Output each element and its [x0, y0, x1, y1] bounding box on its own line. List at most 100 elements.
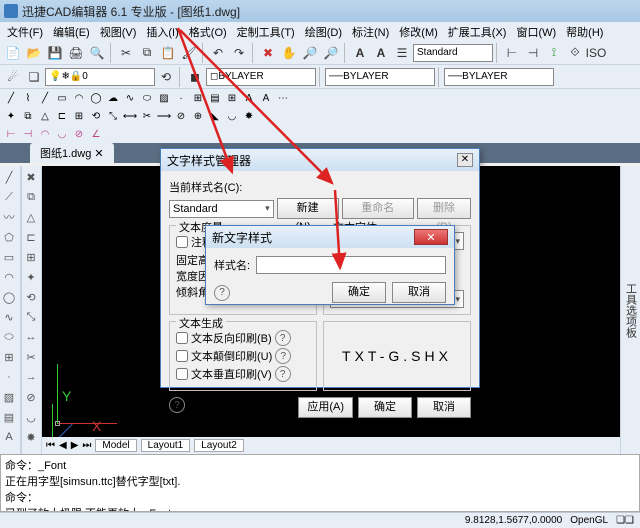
new-style-button[interactable]: 新建(N)...	[277, 198, 339, 219]
dimdia-icon[interactable]: ⊘	[71, 127, 87, 142]
arc-tool-icon[interactable]: ◠	[0, 268, 18, 286]
menu-format[interactable]: 格式(O)	[184, 22, 232, 42]
rect-tool-icon[interactable]: ▭	[0, 248, 18, 266]
text-a2-icon[interactable]: A	[371, 43, 391, 63]
tabnav-next-icon[interactable]: ▶	[71, 440, 79, 451]
menu-dim[interactable]: 标注(N)	[347, 22, 394, 42]
fillet-icon[interactable]: ◡	[224, 109, 240, 124]
xline-icon[interactable]: ╱	[37, 91, 53, 106]
tabnav-first-icon[interactable]: ⏮	[46, 440, 55, 451]
lweight-dropdown[interactable]: ── BYLAYER	[444, 68, 554, 86]
color-dropdown[interactable]: ◻ BYLAYER	[206, 68, 316, 86]
chamfer-icon[interactable]: ◣	[207, 109, 223, 124]
tabnav-prev-icon[interactable]: ◀	[59, 440, 67, 451]
ok-button[interactable]: 确定	[358, 397, 412, 418]
table-icon[interactable]: ⊞	[224, 91, 240, 106]
rect-icon[interactable]: ▭	[54, 91, 70, 106]
array-icon[interactable]: ⊞	[71, 109, 87, 124]
delete-style-button[interactable]: 删除(D)	[417, 198, 471, 219]
extend-tool-icon[interactable]: →	[22, 368, 40, 386]
rotate-tool-icon[interactable]: ⟲	[22, 288, 40, 306]
point-tool-icon[interactable]: ·	[0, 368, 18, 386]
move-tool-icon[interactable]: ✦	[22, 268, 40, 286]
dimlin-icon[interactable]: ⊢	[3, 127, 19, 142]
zoom-icon[interactable]: 🔎	[300, 43, 320, 63]
dim3-icon[interactable]: ⟟	[544, 43, 564, 63]
menu-file[interactable]: 文件(F)	[2, 22, 48, 42]
dimarc-icon[interactable]: ◠	[37, 127, 53, 142]
mirror-icon[interactable]: △	[37, 109, 53, 124]
explode-tool-icon[interactable]: ✸	[22, 428, 40, 446]
upside-check[interactable]: 文本颠倒印刷(U) ?	[176, 348, 310, 364]
arc-icon[interactable]: ◠	[71, 91, 87, 106]
tabnav-last-icon[interactable]: ⏭	[82, 440, 91, 451]
copy-tool-icon[interactable]: ⧉	[22, 188, 40, 206]
poly-tool-icon[interactable]: ⬠	[0, 228, 18, 246]
circle-icon[interactable]: ◯	[88, 91, 104, 106]
copy-icon[interactable]: ⧉	[137, 43, 157, 63]
preview-icon[interactable]: 🔍	[87, 43, 107, 63]
pline-tool-icon[interactable]: 〰	[0, 208, 18, 226]
right-panel[interactable]: 工具选项板	[620, 166, 640, 454]
offset-tool-icon[interactable]: ⊏	[22, 228, 40, 246]
stretch-tool-icon[interactable]: ↔	[22, 328, 40, 346]
text-tool-icon[interactable]: A	[0, 428, 18, 446]
menu-draw[interactable]: 绘图(D)	[300, 22, 347, 42]
new-icon[interactable]: 📄	[3, 43, 23, 63]
undo-icon[interactable]: ↶	[208, 43, 228, 63]
layout1-tab[interactable]: Layout1	[141, 439, 191, 452]
color-icon[interactable]: ◼	[185, 67, 205, 87]
stretch-icon[interactable]: ⟷	[122, 109, 138, 124]
textstyle-dropdown[interactable]: Standard	[413, 44, 493, 62]
move-icon[interactable]: ✦	[3, 109, 19, 124]
list-icon[interactable]: ☰	[392, 43, 412, 63]
text-a-icon[interactable]: A	[350, 43, 370, 63]
paste-icon[interactable]: 📋	[158, 43, 178, 63]
rename-style-button[interactable]: 重命名(R)...	[342, 198, 414, 219]
ltype-dropdown[interactable]: ── BYLAYER	[325, 68, 435, 86]
redo-icon[interactable]: ↷	[229, 43, 249, 63]
scale-tool-icon[interactable]: ⤡	[22, 308, 40, 326]
offset-icon[interactable]: ⊏	[54, 109, 70, 124]
break-icon[interactable]: ⊘	[173, 109, 189, 124]
erase-icon[interactable]: ✖	[258, 43, 278, 63]
hatch-tool-icon[interactable]: ▨	[0, 388, 18, 406]
xline-tool-icon[interactable]: ⟋	[0, 188, 18, 206]
layer-icon[interactable]: ❏	[24, 67, 44, 87]
help-icon[interactable]: ?	[169, 397, 185, 413]
model-tab[interactable]: Model	[95, 439, 136, 452]
open-icon[interactable]: 📂	[24, 43, 44, 63]
dimrad-icon[interactable]: ◡	[54, 127, 70, 142]
rotate-icon[interactable]: ⟲	[88, 109, 104, 124]
fillet-tool-icon[interactable]: ◡	[22, 408, 40, 426]
iso-icon[interactable]: ISO	[586, 43, 606, 63]
join-icon[interactable]: ⊕	[190, 109, 206, 124]
trim-tool-icon[interactable]: ✂	[22, 348, 40, 366]
dim-icon[interactable]: ⊢	[502, 43, 522, 63]
dim2-icon[interactable]: ⊣	[523, 43, 543, 63]
mirror-tool-icon[interactable]: △	[22, 208, 40, 226]
dim4-icon[interactable]: ⟐	[565, 43, 585, 63]
pline-icon[interactable]: ⌇	[20, 91, 36, 106]
backward-check[interactable]: 文本反向印刷(B) ?	[176, 330, 310, 346]
point-icon[interactable]: ·	[173, 91, 189, 106]
close-icon[interactable]: ✕	[414, 229, 448, 245]
vertical-check[interactable]: 文本垂直印刷(V) ?	[176, 366, 310, 382]
menu-edit[interactable]: 编辑(E)	[48, 22, 95, 42]
command-window[interactable]: 命令：_Font 正在用字型[simsun.ttc]替代字型[txt]. 命令：…	[0, 454, 640, 512]
stylename-input[interactable]	[256, 256, 446, 274]
layerprev-icon[interactable]: ⟲	[156, 67, 176, 87]
cancel-button[interactable]: 取消	[417, 397, 471, 418]
layer-dropdown[interactable]: 💡❄🔒 0	[45, 68, 155, 86]
apply-button[interactable]: 应用(A)	[298, 397, 353, 418]
menu-modify[interactable]: 修改(M)	[394, 22, 443, 42]
ellipse-tool-icon[interactable]: ⬭	[0, 328, 18, 346]
break-tool-icon[interactable]: ⊘	[22, 388, 40, 406]
pan-icon[interactable]: ✋	[279, 43, 299, 63]
dimang-icon[interactable]: ∠	[88, 127, 104, 142]
more-icon[interactable]: ⋯	[275, 91, 291, 106]
close-icon[interactable]: ✕	[457, 153, 473, 167]
ok-button[interactable]: 确定	[332, 282, 386, 303]
doc-tab[interactable]: 图纸1.dwg ✕	[30, 143, 114, 163]
cloud-icon[interactable]: ☁	[105, 91, 121, 106]
